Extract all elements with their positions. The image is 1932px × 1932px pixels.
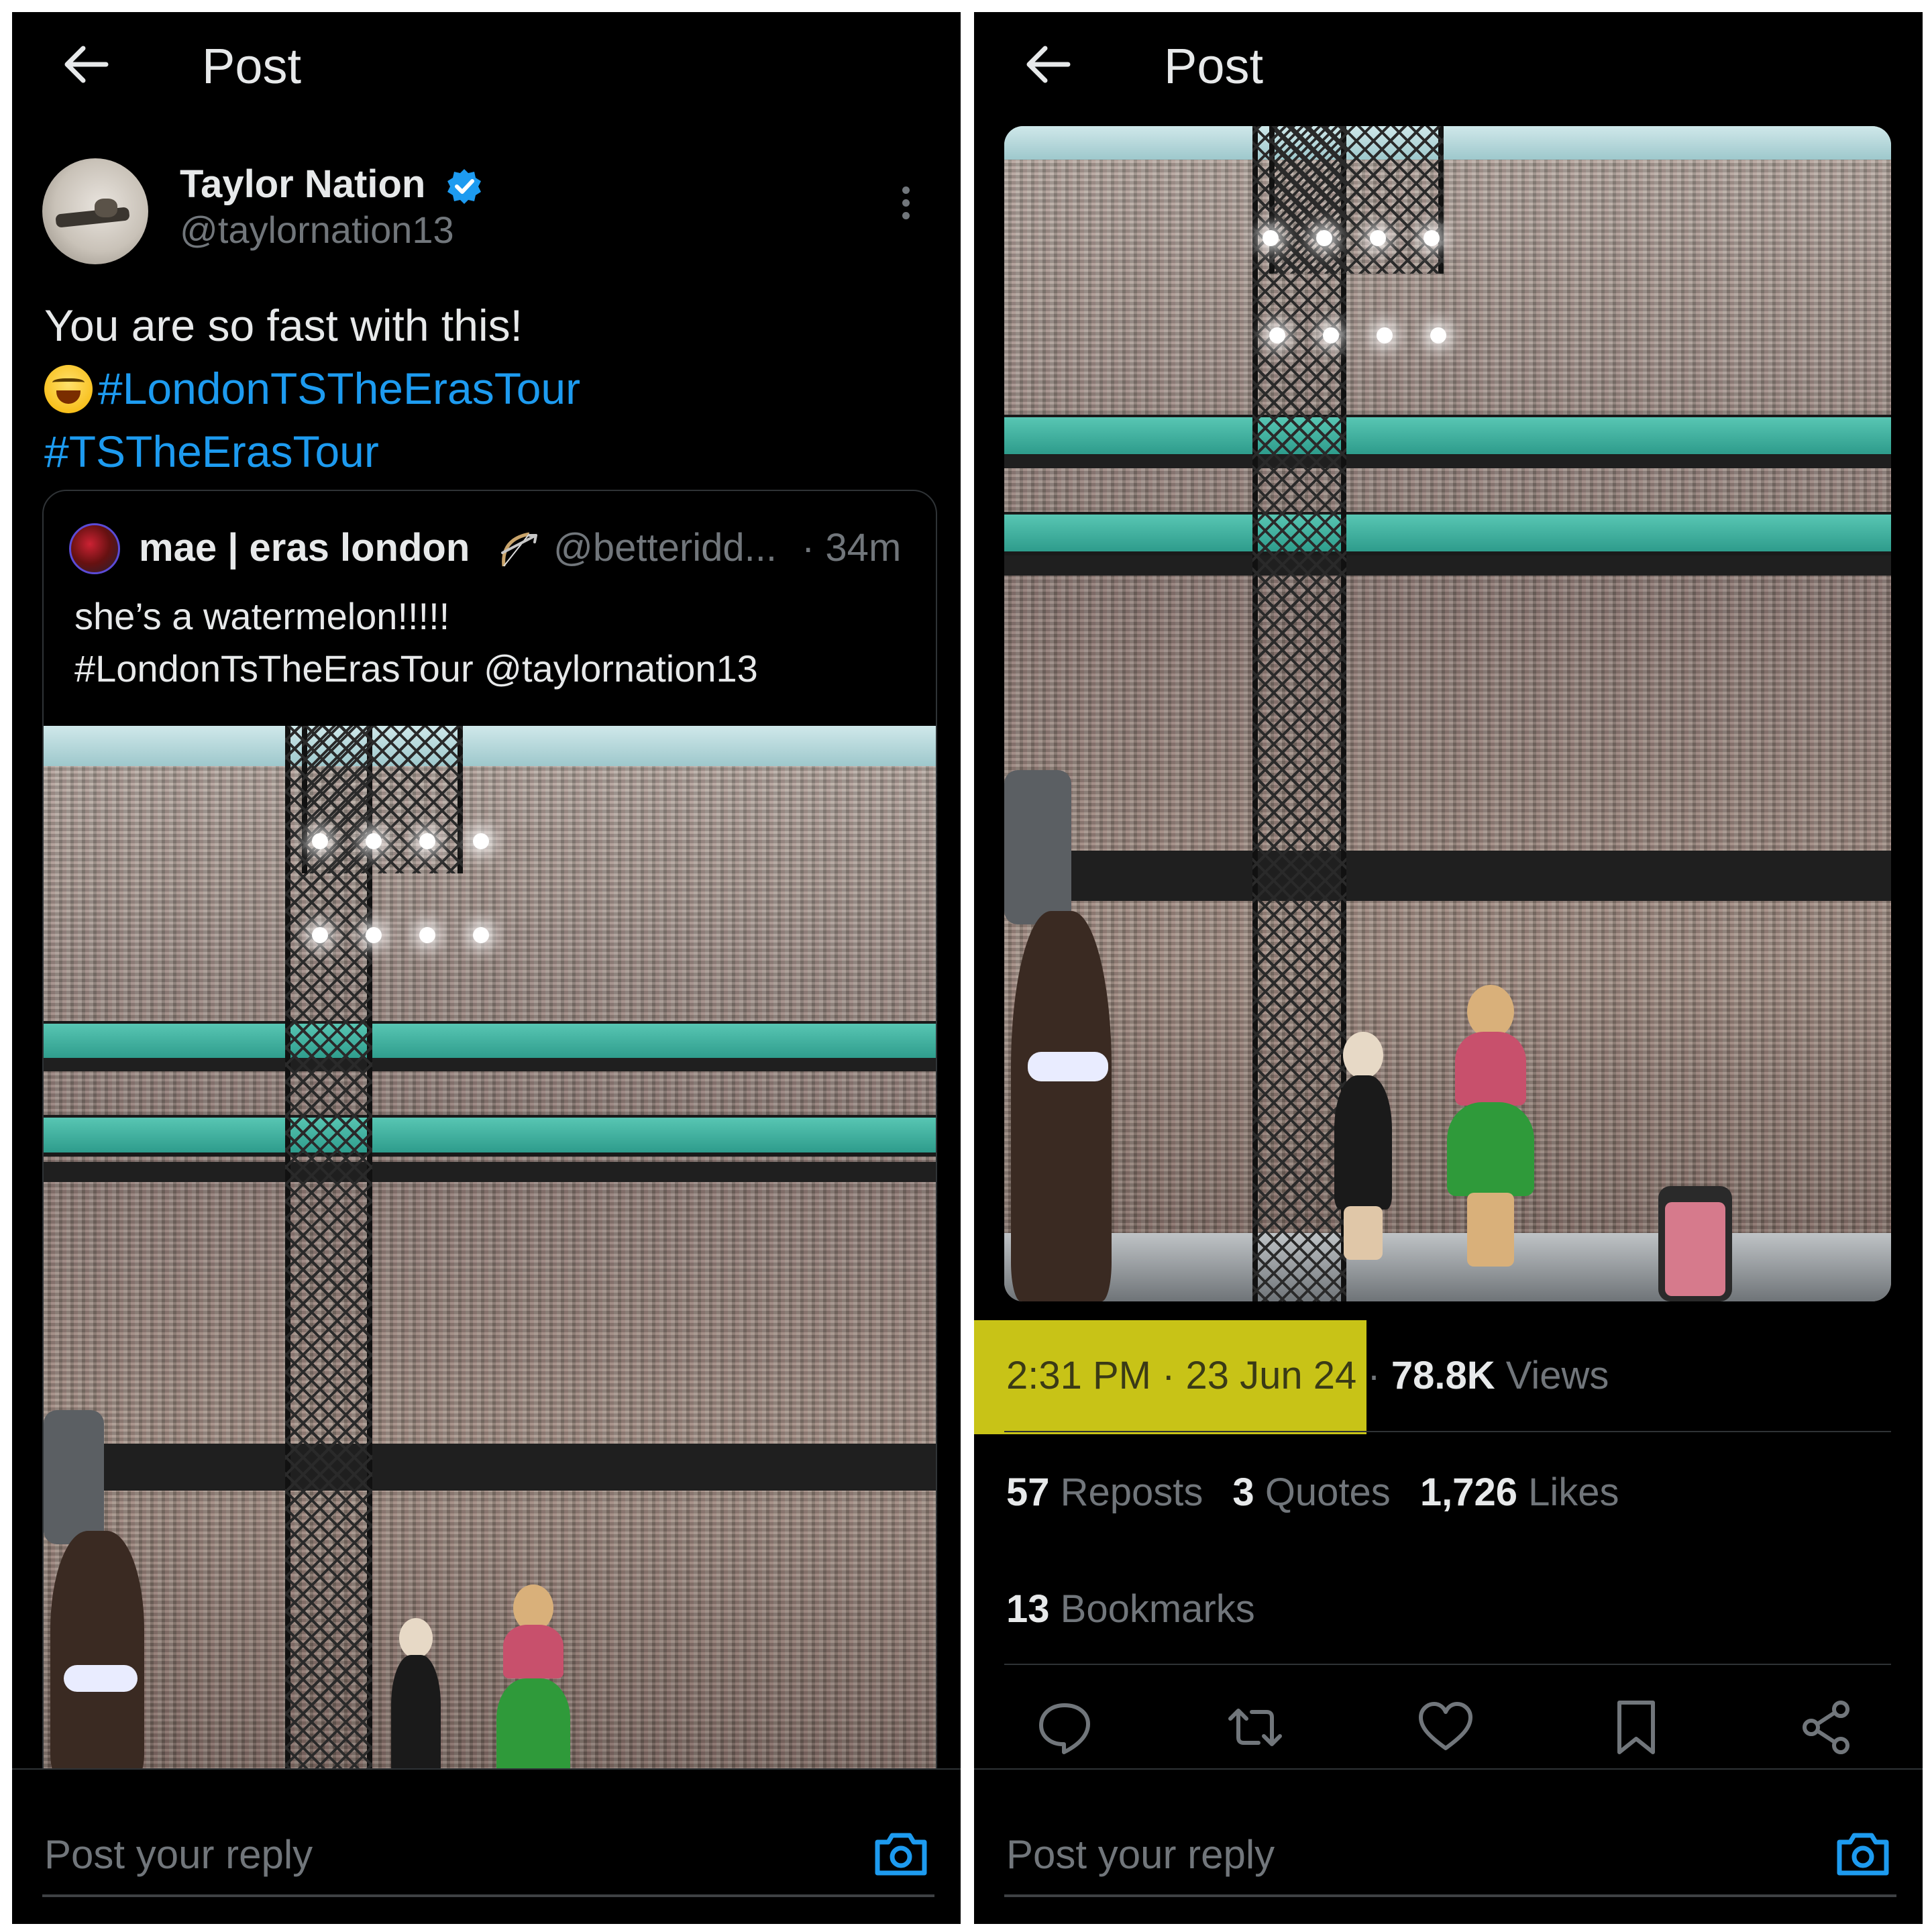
engagement-stats: 57 Reposts 3 Quotes 1,726 Likes <box>1006 1469 1649 1516</box>
reposts-stat[interactable]: 57 Reposts <box>1006 1470 1203 1514</box>
meta-separator: · <box>1356 1354 1391 1397</box>
post-text: You are so fast with this! #LondonTSTheE… <box>44 294 936 483</box>
page-title: Post <box>202 38 302 94</box>
quotes-stat[interactable]: 3 Quotes <box>1232 1470 1390 1514</box>
reply-input[interactable]: Post your reply <box>1006 1830 1275 1880</box>
quoted-post[interactable]: mae | eras london @betteridd... · 34m sh… <box>42 490 937 1924</box>
left-post-screen: Post Taylor Nation @taylornation13 You a… <box>12 12 961 1924</box>
reply-icon[interactable] <box>1034 1697 1095 1758</box>
reply-input[interactable]: Post your reply <box>44 1830 313 1880</box>
top-bar: Post <box>974 12 1923 113</box>
concert-photo[interactable] <box>1004 126 1891 1301</box>
share-icon[interactable] <box>1796 1697 1857 1758</box>
quoted-author-handle: @betteridd... <box>553 526 777 570</box>
reply-bar: Post your reply <box>974 1768 1923 1924</box>
author-name[interactable]: Taylor Nation <box>180 161 425 208</box>
views-label: Views <box>1505 1354 1609 1397</box>
quoted-text: she’s a watermelon!!!!! #LondonTsTheEras… <box>74 590 920 695</box>
grinning-squinting-face-icon <box>44 365 93 413</box>
concert-photo[interactable] <box>44 726 936 1779</box>
bow-and-arrow-icon <box>501 532 537 567</box>
reply-underline <box>1004 1894 1896 1897</box>
avatar[interactable] <box>42 158 148 264</box>
divider <box>1004 1431 1891 1432</box>
repost-icon[interactable] <box>1225 1697 1285 1758</box>
page-title: Post <box>1164 38 1264 94</box>
top-bar: Post <box>12 12 961 113</box>
verified-badge-icon <box>447 169 481 204</box>
divider <box>1004 1664 1891 1665</box>
reply-underline <box>42 1894 934 1897</box>
reply-bar: Post your reply <box>12 1768 961 1924</box>
back-arrow-icon[interactable] <box>1021 38 1075 91</box>
back-arrow-icon[interactable] <box>59 38 113 91</box>
quoted-time: · 34m <box>802 526 902 570</box>
views-count: 78.8K <box>1391 1354 1495 1397</box>
likes-stat[interactable]: 1,726 Likes <box>1420 1470 1619 1514</box>
right-post-screen: Post 2:31 PM · 23 Jun 24 · 78.8K Views 5… <box>974 12 1923 1924</box>
post-meta: 2:31 PM · 23 Jun 24 · 78.8K Views <box>1006 1352 1609 1399</box>
like-icon[interactable] <box>1415 1697 1476 1758</box>
post-text-line: You are so fast with this! <box>44 301 523 350</box>
avatar[interactable] <box>69 523 120 574</box>
camera-icon[interactable] <box>871 1823 931 1884</box>
author-handle[interactable]: @taylornation13 <box>180 208 454 252</box>
more-options-icon[interactable] <box>899 186 912 227</box>
camera-icon[interactable] <box>1833 1823 1893 1884</box>
quoted-text-line: #LondonTsTheErasTour @taylornation13 <box>74 647 758 690</box>
quoted-text-line: she’s a watermelon!!!!! <box>74 595 450 637</box>
bookmark-icon[interactable] <box>1606 1697 1666 1758</box>
bookmarks-stat[interactable]: 13 Bookmarks <box>1006 1586 1255 1633</box>
hashtag-link[interactable]: #LondonTSTheErasTour <box>98 364 580 413</box>
post-timestamp: 2:31 PM · 23 Jun 24 <box>1006 1354 1357 1397</box>
hashtag-link[interactable]: #TSTheErasTour <box>44 427 379 476</box>
quoted-author-name: mae | eras london <box>139 526 470 570</box>
